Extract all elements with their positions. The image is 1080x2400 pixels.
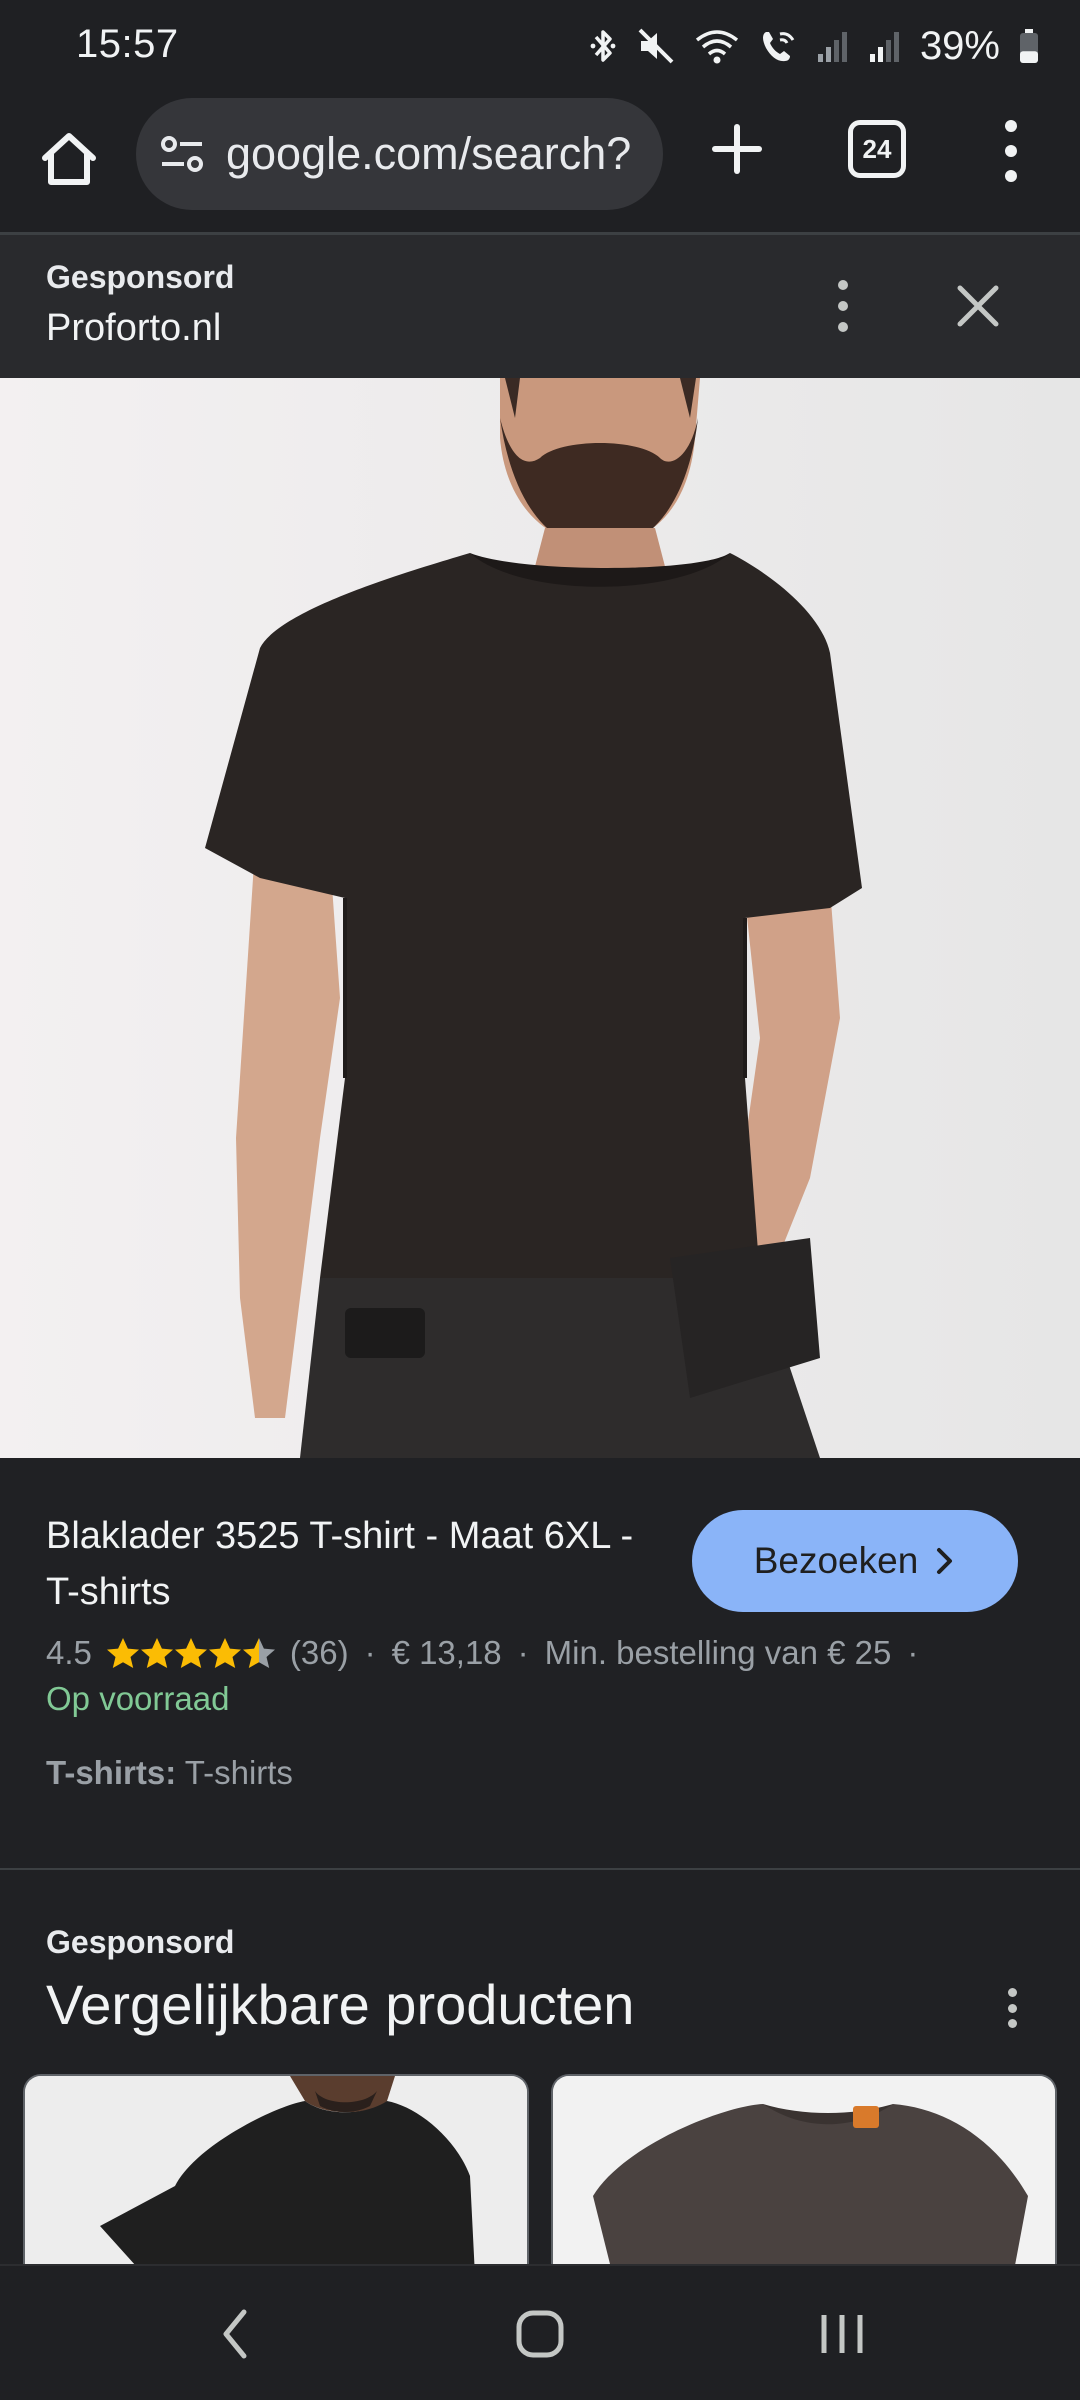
similar-sponsored-label: Gesponsord (46, 1924, 235, 1960)
category-line: T-shirts: T-shirts (46, 1754, 293, 1792)
price: € 13,18 (391, 1634, 502, 1671)
plus-icon (712, 124, 762, 174)
separator: · (907, 1634, 919, 1671)
tune-icon[interactable] (158, 130, 206, 178)
screen: 15:57 39% google.com/search? 24 Gesponso… (0, 0, 1080, 2400)
separator: · (517, 1634, 529, 1671)
home-icon (42, 133, 96, 185)
address-bar[interactable]: google.com/search? (136, 98, 663, 210)
chevron-right-icon (937, 1548, 953, 1574)
nav-recents-button[interactable] (802, 2300, 882, 2368)
signal-icon (817, 32, 847, 62)
min-order: Min. bestelling van € 25 (544, 1634, 892, 1671)
tab-switcher-button[interactable]: 24 (848, 120, 906, 178)
similar-options-button[interactable] (992, 1988, 1032, 2028)
star-rating (106, 1637, 276, 1669)
signal-icon-2 (869, 32, 899, 62)
browser-toolbar: google.com/search? 24 (0, 92, 1080, 234)
battery-percent: 39% (919, 23, 1000, 68)
battery-icon (1020, 29, 1038, 63)
product-image[interactable] (0, 378, 1080, 1458)
system-nav-bar (0, 2264, 1080, 2400)
model-tshirt-photo (0, 378, 1080, 1458)
more-vert-icon (1005, 120, 1017, 132)
separator: · (364, 1634, 376, 1671)
nav-back-button[interactable] (196, 2300, 276, 2368)
home-button[interactable] (34, 124, 104, 194)
chevron-left-icon (223, 2309, 247, 2359)
status-icons: 39% (588, 20, 1040, 72)
product-thumbnail (25, 2076, 527, 2274)
rating-value: 4.5 (46, 1634, 92, 1671)
star-icon (242, 1638, 275, 1668)
browser-menu-button[interactable] (990, 120, 1032, 182)
star-icon (208, 1638, 241, 1668)
similar-product-card[interactable] (551, 2074, 1057, 2274)
status-time: 15:57 (76, 22, 179, 66)
bluetooth-icon (590, 30, 616, 62)
rounded-square-icon (516, 2310, 564, 2358)
similar-products-title: Vergelijkbare producten (46, 1973, 635, 2036)
close-icon[interactable] (950, 278, 1006, 334)
sponsored-header: Gesponsord Proforto.nl (0, 235, 1080, 378)
advertiser-domain[interactable]: Proforto.nl (46, 307, 221, 350)
star-icon (174, 1638, 207, 1668)
product-thumbnail (553, 2076, 1055, 2274)
stock-status: Op voorraad (46, 1680, 230, 1717)
category-value: T-shirts (184, 1754, 293, 1791)
ad-options-button[interactable] (823, 280, 863, 332)
review-count: (36) (289, 1634, 349, 1671)
mute-icon (638, 28, 674, 64)
wifi-icon (695, 30, 739, 64)
product-info: Blaklader 3525 T-shirt - Maat 6XL - T-sh… (0, 1458, 1080, 1868)
more-vert-icon (1007, 1988, 1017, 1997)
visit-button[interactable]: Bezoeken (692, 1510, 1018, 1612)
tab-count: 24 (862, 133, 892, 164)
section-divider (0, 1868, 1080, 1870)
url-text: google.com/search? (226, 128, 632, 179)
recents-icon (821, 2315, 863, 2353)
similar-product-card[interactable] (23, 2074, 529, 2274)
new-tab-button[interactable] (704, 116, 770, 182)
product-title[interactable]: Blaklader 3525 T-shirt - Maat 6XL - T-sh… (46, 1508, 646, 1620)
wifi-calling-icon (762, 32, 795, 62)
star-icon (106, 1638, 139, 1668)
product-meta: 4.5 (36) · € 13,18 · Min. bestelling van… (46, 1634, 934, 1672)
status-bar: 15:57 39% (0, 0, 1080, 92)
sponsored-label: Gesponsord (46, 259, 235, 295)
nav-home-button[interactable] (500, 2300, 580, 2368)
star-icon (140, 1638, 173, 1668)
category-key: T-shirts: (46, 1754, 177, 1791)
more-vert-icon (838, 280, 848, 290)
visit-button-label: Bezoeken (753, 1540, 919, 1581)
